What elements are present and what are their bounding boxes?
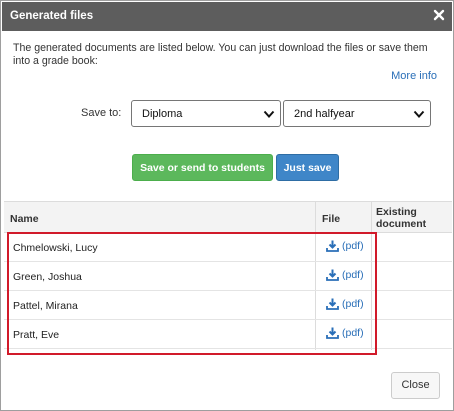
chevron-down-icon — [263, 110, 275, 118]
student-name: Green, Joshua — [13, 271, 82, 283]
chevron-down-icon — [413, 110, 425, 118]
student-name: Pratt, Eve — [13, 329, 60, 341]
student-name: Chmelowski, Lucy — [13, 242, 98, 254]
download-icon — [326, 327, 339, 339]
period-value: 2nd halfyear — [294, 108, 355, 120]
close-button[interactable]: Close — [391, 372, 440, 399]
table-row: Pratt, Eve (pdf) — [4, 320, 452, 349]
table-header: Name File Existing document — [4, 201, 452, 233]
download-icon — [326, 240, 339, 252]
generated-files-dialog: Generated files The generated documents … — [0, 0, 454, 411]
save-or-send-button[interactable]: Save or send to students — [132, 154, 273, 181]
header-name: Name — [10, 213, 39, 225]
header-existing-document: Existing document — [376, 206, 427, 230]
pdf-download-link[interactable]: (pdf) — [326, 327, 364, 339]
dialog-titlebar: Generated files — [2, 2, 452, 31]
table-row: Green, Joshua (pdf) — [4, 262, 452, 291]
student-name: Pattel, Mirana — [13, 300, 78, 312]
table-row: Chmelowski, Lucy (pdf) — [4, 233, 452, 262]
pdf-download-link[interactable]: (pdf) — [326, 240, 364, 252]
save-to-value: Diploma — [142, 108, 183, 120]
pdf-download-link[interactable]: (pdf) — [326, 269, 364, 281]
more-info-link[interactable]: More info — [391, 70, 437, 82]
save-to-select[interactable]: Diploma — [131, 100, 281, 127]
dialog-title: Generated files — [10, 10, 94, 22]
save-to-label: Save to: — [81, 107, 122, 119]
download-icon — [326, 269, 339, 281]
download-icon — [326, 298, 339, 310]
table-row: Pattel, Mirana (pdf) — [4, 291, 452, 320]
just-save-button[interactable]: Just save — [276, 154, 339, 181]
header-file: File — [322, 213, 341, 225]
pdf-download-link[interactable]: (pdf) — [326, 298, 364, 310]
period-select[interactable]: 2nd halfyear — [283, 100, 431, 127]
dialog-description: The generated documents are listed below… — [13, 42, 428, 67]
close-icon[interactable] — [432, 7, 446, 23]
